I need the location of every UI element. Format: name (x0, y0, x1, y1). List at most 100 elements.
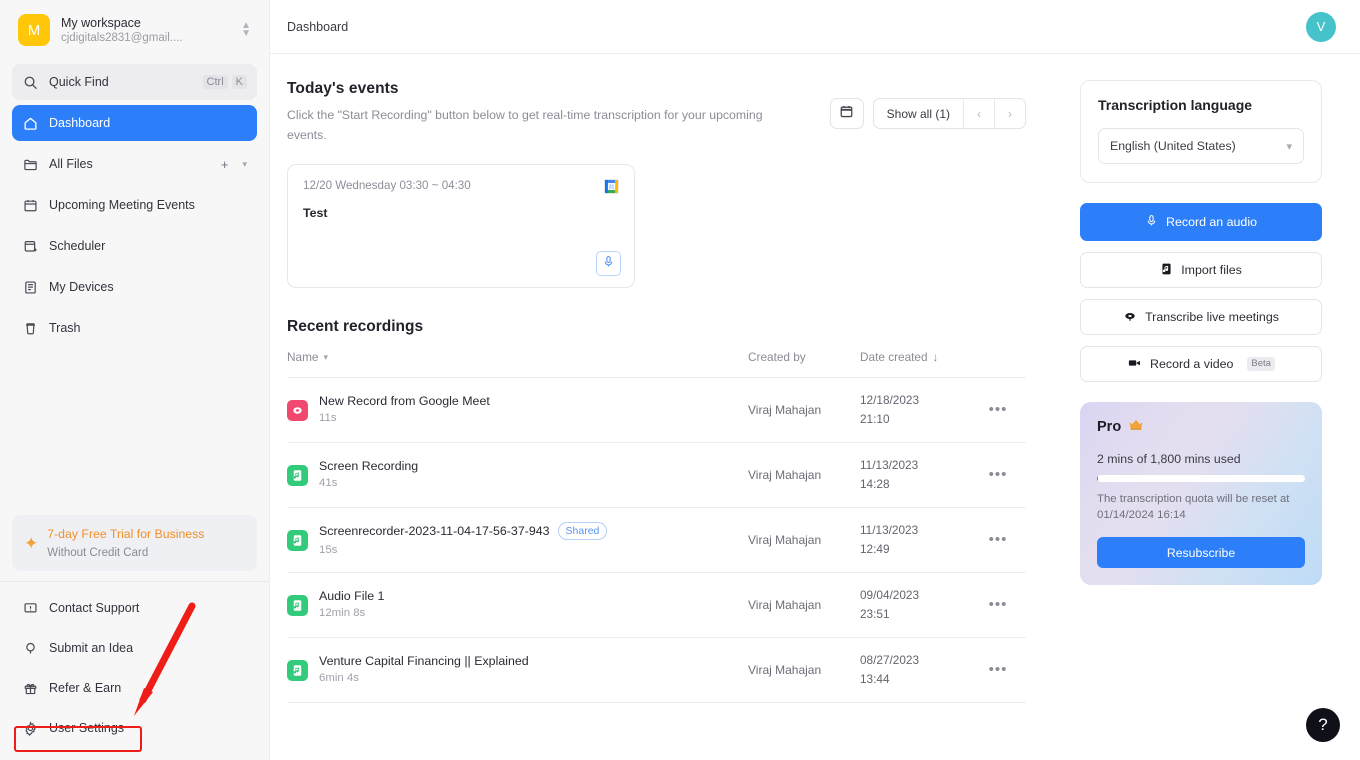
microphone-icon (1145, 214, 1158, 230)
quick-find-shortcut: Ctrl K (202, 75, 247, 89)
calendar-button[interactable] (829, 98, 864, 129)
audio-file-icon (287, 594, 308, 616)
recording-time: 12:49 (860, 542, 890, 556)
recording-name: Venture Capital Financing || Explained (319, 654, 529, 668)
avatar[interactable]: V (1306, 11, 1336, 42)
help-button[interactable]: ? (1306, 708, 1340, 742)
sidebar-item-user-settings[interactable]: User Settings (12, 710, 257, 746)
sidebar-item-label: All Files (49, 157, 93, 171)
sidebar-item-refer-and-earn[interactable]: Refer & Earn (12, 670, 257, 706)
sidebar: M My workspace cjdigitals2831@gmail.... … (0, 0, 270, 760)
sidebar-item-upcoming-meeting-events[interactable]: Upcoming Meeting Events (12, 187, 257, 223)
column-header-actions (970, 350, 1026, 378)
import-files-button[interactable]: Import files (1080, 252, 1322, 288)
table-row[interactable]: Screen Recording 41s Viraj Mahajan 11/13… (287, 442, 1026, 508)
row-menu-button[interactable]: ••• (989, 532, 1008, 547)
recording-name-line: Screenrecorder-2023-11-04-17-56-37-943 S… (319, 522, 608, 540)
recording-name: Screen Recording (319, 459, 419, 473)
column-header-label: Date created (860, 350, 928, 364)
next-event-button[interactable]: › (994, 99, 1025, 128)
start-recording-button[interactable] (596, 251, 621, 276)
column-header-label: Created by (748, 350, 806, 364)
sparkle-icon: ✦ (24, 533, 39, 553)
breadcrumb: Dashboard (287, 19, 349, 34)
recording-duration: 12min 8s (319, 607, 366, 619)
recording-date: 08/27/2023 (860, 653, 920, 667)
recording-date: 12/18/2023 (860, 393, 920, 407)
folder-icon (22, 156, 39, 173)
sidebar-item-scheduler[interactable]: Scheduler (12, 228, 257, 264)
sidebar-item-contact-support[interactable]: Contact Support (12, 590, 257, 626)
recording-name-line: Venture Capital Financing || Explained (319, 654, 529, 668)
column-header-name-inner: Name ▾ (287, 350, 748, 364)
recording-name-text: New Record from Google Meet 11s (319, 394, 490, 426)
support-icon (22, 600, 39, 617)
shortcut-key: K (231, 75, 247, 89)
svg-text:31: 31 (609, 185, 615, 191)
workspace-switcher[interactable]: M My workspace cjdigitals2831@gmail.... … (0, 0, 269, 58)
sidebar-item-submit-an-idea[interactable]: Submit an Idea (12, 630, 257, 666)
row-menu-button[interactable]: ••• (989, 467, 1008, 482)
recording-name-line: Screen Recording (319, 459, 418, 473)
sidebar-item-my-devices[interactable]: My Devices (12, 269, 257, 305)
recording-name-text: Audio File 1 12min 8s (319, 589, 384, 621)
beta-badge: Beta (1247, 357, 1275, 371)
recordings-table-head: Name ▾ Created by Date created ↓ (287, 350, 1026, 378)
pro-card-header: Pro (1097, 418, 1305, 436)
record-a-video-button[interactable]: Record a video Beta (1080, 346, 1322, 382)
record-an-audio-button[interactable]: Record an audio (1080, 203, 1322, 241)
add-file-icon[interactable]: + (221, 157, 229, 172)
event-card[interactable]: 12/20 Wednesday 03:30 ~ 04:30 31 Test (287, 164, 635, 288)
all-files-controls: + ▾ (221, 157, 247, 172)
row-menu-button[interactable]: ••• (989, 597, 1008, 612)
button-label: Record a video (1150, 357, 1234, 371)
secondary-nav: Contact Support Submit an Idea Refer & E… (0, 581, 269, 760)
table-row[interactable]: New Record from Google Meet 11s Viraj Ma… (287, 377, 1026, 443)
language-select[interactable]: English (United States) ▾ (1098, 128, 1304, 164)
chevron-down-icon: ▾ (1286, 140, 1292, 153)
column-header-date-created[interactable]: Date created ↓ (860, 350, 970, 378)
recording-name: New Record from Google Meet (319, 394, 490, 408)
column-header-label: Name (287, 350, 319, 364)
sidebar-item-label: Upcoming Meeting Events (49, 198, 195, 212)
pro-plan-title: Pro (1097, 419, 1122, 435)
search-icon (22, 74, 39, 91)
table-row[interactable]: Audio File 1 12min 8s Viraj Mahajan 09/0… (287, 572, 1026, 638)
audio-file-icon (287, 529, 308, 551)
headset-icon (1123, 309, 1137, 326)
recording-time: 13:44 (860, 672, 890, 686)
sidebar-item-dashboard[interactable]: Dashboard (12, 105, 257, 141)
gift-icon (22, 680, 39, 697)
row-menu-button[interactable]: ••• (989, 662, 1008, 677)
column-header-created-by[interactable]: Created by (748, 350, 860, 378)
table-row[interactable]: Venture Capital Financing || Explained 6… (287, 637, 1026, 703)
chevron-updown-icon[interactable]: ▲ ▼ (241, 21, 253, 39)
table-row[interactable]: Screenrecorder-2023-11-04-17-56-37-943 S… (287, 507, 1026, 573)
recording-duration: 41s (319, 477, 338, 489)
prev-event-button[interactable]: ‹ (963, 99, 994, 128)
event-name: Test (303, 206, 328, 220)
quick-find-button[interactable]: Quick Find Ctrl K (12, 64, 257, 100)
column-header-name[interactable]: Name ▾ (287, 350, 748, 378)
sidebar-item-label: Contact Support (49, 601, 140, 615)
bulb-icon (22, 640, 39, 657)
sidebar-item-all-files[interactable]: All Files + ▾ (12, 146, 257, 182)
events-pager: Show all (1) ‹ › (872, 98, 1026, 129)
chevron-down-icon[interactable]: ▾ (242, 159, 247, 170)
transcribe-live-meetings-button[interactable]: Transcribe live meetings (1080, 299, 1322, 335)
gear-icon (22, 720, 39, 737)
button-label: Record an audio (1166, 215, 1257, 229)
event-card-top: 12/20 Wednesday 03:30 ~ 04:30 31 (303, 179, 619, 194)
sidebar-item-trash[interactable]: Trash (12, 310, 257, 346)
transcription-language-card: Transcription language English (United S… (1080, 80, 1322, 183)
recording-name-text: Screen Recording 41s (319, 459, 418, 491)
free-trial-banner[interactable]: ✦ 7-day Free Trial for Business Without … (12, 515, 257, 571)
events-controls: Show all (1) ‹ › (829, 80, 1026, 129)
cell-date-created: 11/13/2023 14:28 (860, 442, 970, 508)
recording-time: 23:51 (860, 607, 890, 621)
cell-name: Venture Capital Financing || Explained 6… (287, 637, 748, 703)
show-all-button[interactable]: Show all (1) (874, 99, 963, 128)
row-menu-button[interactable]: ••• (989, 402, 1008, 417)
resubscribe-button[interactable]: Resubscribe (1097, 537, 1305, 568)
